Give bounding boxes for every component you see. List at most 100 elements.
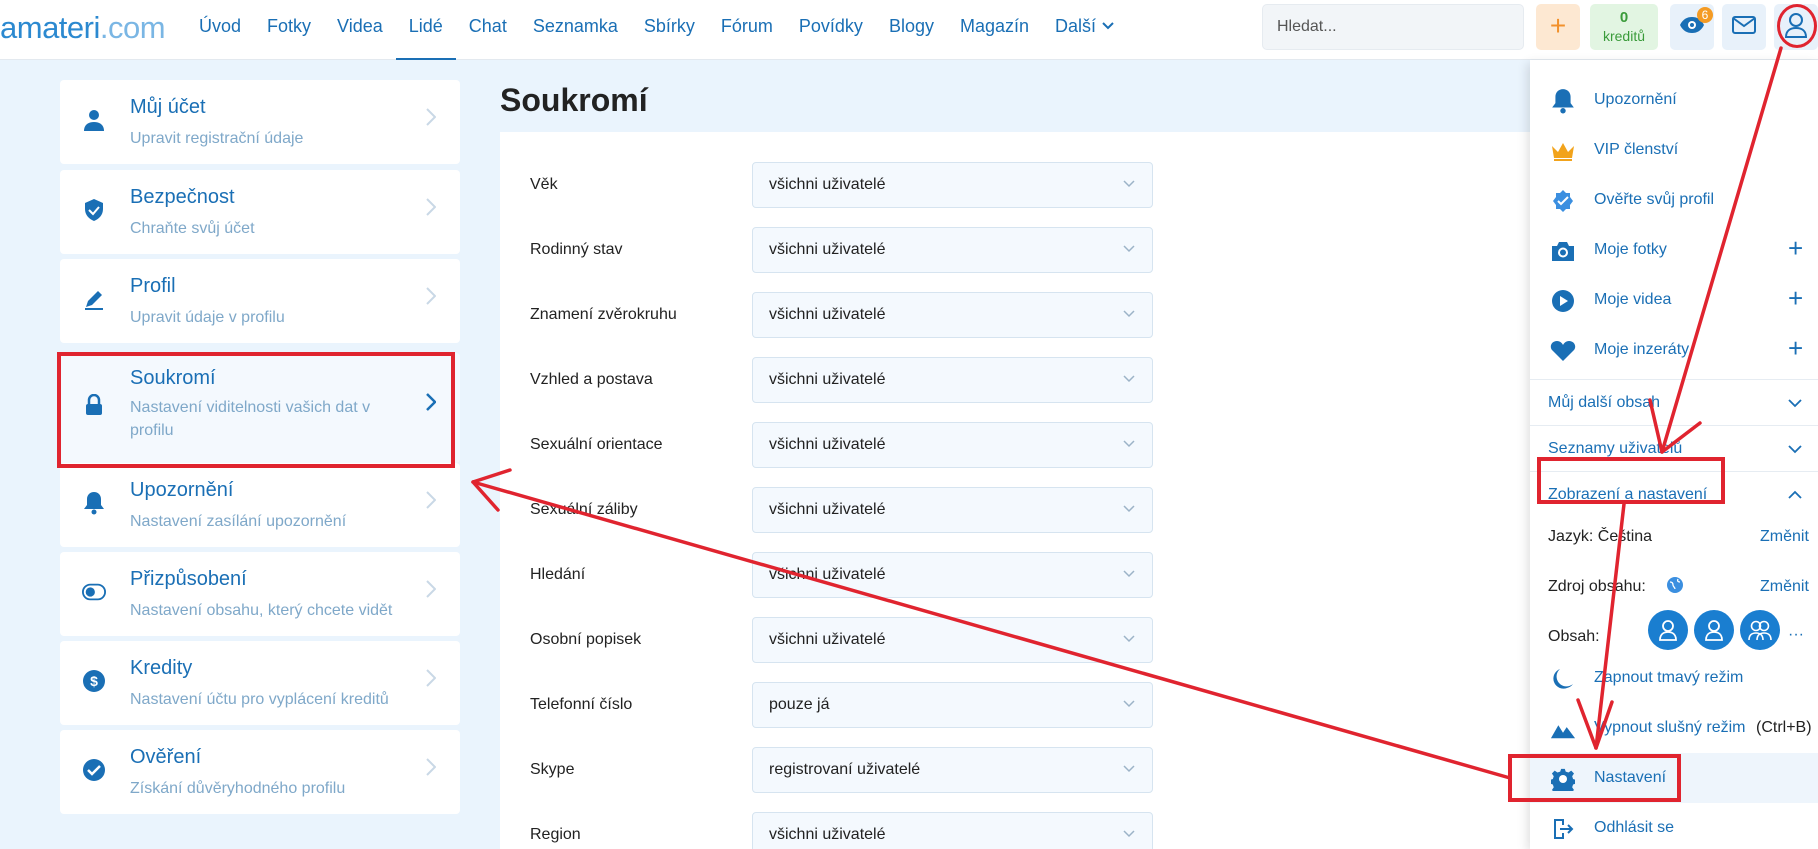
lock-icon [82, 393, 106, 417]
visibility-select[interactable]: všichni uživatelé [752, 357, 1153, 403]
messages-button[interactable] [1722, 4, 1766, 50]
sidebar-item-subtitle: Chraňte svůj účet [130, 220, 255, 237]
dropdown-item-ads[interactable]: Moje inzeráty + [1530, 325, 1818, 375]
nav-item-uvod[interactable]: Úvod [186, 0, 254, 60]
search-input[interactable] [1262, 4, 1524, 50]
mountain-icon [1550, 716, 1576, 742]
dropdown-item-settings[interactable]: Nastavení [1530, 753, 1818, 803]
visibility-select[interactable]: pouze já [752, 682, 1153, 728]
site-logo[interactable]: amateri.com [0, 10, 166, 46]
sidebar-item-credits[interactable]: $ Kredity Nastavení účtu pro vyplácení k… [60, 641, 460, 725]
content-filter-man-button[interactable] [1694, 610, 1734, 650]
nav-item-sbirky[interactable]: Sbírky [631, 0, 708, 60]
visibility-select[interactable]: všichni uživatelé [752, 227, 1153, 273]
heart-icon [1550, 338, 1576, 364]
sidebar-item-subtitle: Upravit údaje v profilu [130, 309, 285, 326]
content-filter-more-button[interactable]: ··· [1788, 626, 1804, 644]
sidebar-item-subtitle: Upravit registrační údaje [130, 130, 304, 147]
sidebar-item-subtitle: Získání důvěryhodného profilu [130, 780, 346, 797]
privacy-row-description: Osobní popisek všichni uživatelé [530, 617, 1160, 663]
add-content-button[interactable]: + [1536, 4, 1580, 50]
visibility-select[interactable]: všichni uživatelé [752, 552, 1153, 598]
nav-item-chat[interactable]: Chat [456, 0, 520, 60]
visibility-select[interactable]: všichni uživatelé [752, 162, 1153, 208]
sidebar-item-title: Bezpečnost [130, 186, 235, 208]
privacy-row-label: Rodinný stav [530, 241, 623, 258]
globe-icon [1666, 576, 1684, 600]
user-menu-button[interactable] [1774, 4, 1818, 50]
privacy-row-label: Osobní popisek [530, 631, 642, 648]
dropdown-section-more-content[interactable]: Můj další obsah [1530, 379, 1818, 425]
chevron-right-icon [426, 108, 436, 126]
credits-button[interactable]: 0 kreditů [1590, 4, 1658, 50]
nav-item-more[interactable]: Další [1042, 0, 1127, 60]
dropdown-item-photos[interactable]: Moje fotky + [1530, 225, 1818, 275]
decent-mode-toggle[interactable]: Vypnout slušný režim (Ctrl+B) [1530, 703, 1818, 753]
chevron-down-icon [1123, 505, 1135, 513]
play-icon [1550, 288, 1576, 314]
dark-mode-toggle[interactable]: Zapnout tmavý režim [1530, 653, 1818, 703]
nav-item-blogy[interactable]: Blogy [876, 0, 947, 60]
sidebar-item-verification[interactable]: Ověření Získání důvěryhodného profilu [60, 730, 460, 814]
logout-label: Odhlásit se [1594, 819, 1675, 836]
dropdown-item-logout[interactable]: Odhlásit se [1530, 803, 1818, 849]
sidebar-item-account[interactable]: Můj účet Upravit registrační údaje [60, 80, 460, 164]
select-value: všichni uživatelé [769, 241, 886, 258]
sidebar-item-security[interactable]: Bezpečnost Chraňte svůj účet [60, 170, 460, 254]
user-icon [82, 108, 106, 132]
chevron-down-icon [1123, 245, 1135, 253]
privacy-row-zodiac: Znamení zvěrokruhu všichni uživatelé [530, 292, 1160, 338]
credits-value: 0 [1619, 9, 1629, 26]
privacy-row-marital-status: Rodinný stav všichni uživatelé [530, 227, 1160, 273]
dropdown-section-display-settings[interactable]: Zobrazení a nastavení [1530, 471, 1818, 517]
nav-item-videa[interactable]: Videa [324, 0, 396, 60]
privacy-row-label: Skype [530, 761, 575, 778]
change-language-link[interactable]: Změnit [1760, 528, 1809, 546]
sidebar-item-profile[interactable]: Profil Upravit údaje v profilu [60, 259, 460, 343]
sidebar-item-customization[interactable]: Přizpůsobení Nastavení obsahu, který chc… [60, 552, 460, 636]
visibility-select[interactable]: všichni uživatelé [752, 617, 1153, 663]
crown-icon [1550, 138, 1576, 164]
sidebar-item-notifications[interactable]: Upozornění Nastavení zasílání upozornění [60, 463, 460, 547]
select-value: všichni uživatelé [769, 176, 886, 193]
sidebar-item-title: Kredity [130, 657, 193, 679]
section-label: Můj další obsah [1548, 394, 1661, 411]
nav-item-forum[interactable]: Fórum [708, 0, 786, 60]
check-circle-icon [82, 758, 106, 782]
privacy-row-label: Telefonní číslo [530, 696, 633, 713]
nav-item-fotky[interactable]: Fotky [254, 0, 324, 60]
nav-item-lide[interactable]: Lidé [395, 0, 456, 60]
dropdown-item-videos[interactable]: Moje videa + [1530, 275, 1818, 325]
add-ads-button[interactable]: + [1788, 335, 1803, 361]
content-filter-couple-button[interactable] [1740, 610, 1780, 650]
visibility-select[interactable]: všichni uživatelé [752, 812, 1153, 849]
dropdown-item-verify[interactable]: Ověřte svůj profil [1530, 175, 1818, 225]
visibility-select[interactable]: všichni uživatelé [752, 422, 1153, 468]
dropdown-section-user-lists[interactable]: Seznamy uživatelů [1530, 425, 1818, 471]
nav-item-seznamka[interactable]: Seznamka [520, 0, 631, 60]
chevron-right-icon [426, 393, 436, 411]
chevron-right-icon [426, 758, 436, 776]
visibility-select[interactable]: registrovaní uživatelé [752, 747, 1153, 793]
sidebar-item-subtitle: Nastavení zasílání upozornění [130, 513, 347, 530]
select-value: všichni uživatelé [769, 436, 886, 453]
visibility-select[interactable]: všichni uživatelé [752, 487, 1153, 533]
content-filter-woman-button[interactable] [1648, 610, 1688, 650]
dropdown-item-vip[interactable]: VIP členství [1530, 125, 1818, 175]
bell-icon [1550, 88, 1576, 114]
change-content-source-link[interactable]: Změnit [1760, 578, 1809, 596]
visibility-select[interactable]: všichni uživatelé [752, 292, 1153, 338]
select-value: pouze já [769, 696, 830, 713]
dropdown-item-notifications[interactable]: Upozornění [1530, 75, 1818, 125]
decent-mode-label: Vypnout slušný režim [1594, 719, 1746, 736]
notifications-button[interactable]: 6 [1670, 4, 1714, 50]
privacy-row-label: Hledání [530, 566, 586, 583]
settings-label: Nastavení [1594, 769, 1667, 786]
shield-icon [82, 198, 106, 222]
nav-item-magazin[interactable]: Magazín [947, 0, 1042, 60]
sidebar-item-subtitle: Nastavení viditelnosti vašich dat v prof… [130, 399, 371, 439]
sidebar-item-privacy[interactable]: Soukromí Nastavení viditelnosti vašich d… [60, 353, 460, 463]
add-videos-button[interactable]: + [1788, 285, 1803, 311]
nav-item-povidky[interactable]: Povídky [786, 0, 876, 60]
add-photos-button[interactable]: + [1788, 235, 1803, 261]
